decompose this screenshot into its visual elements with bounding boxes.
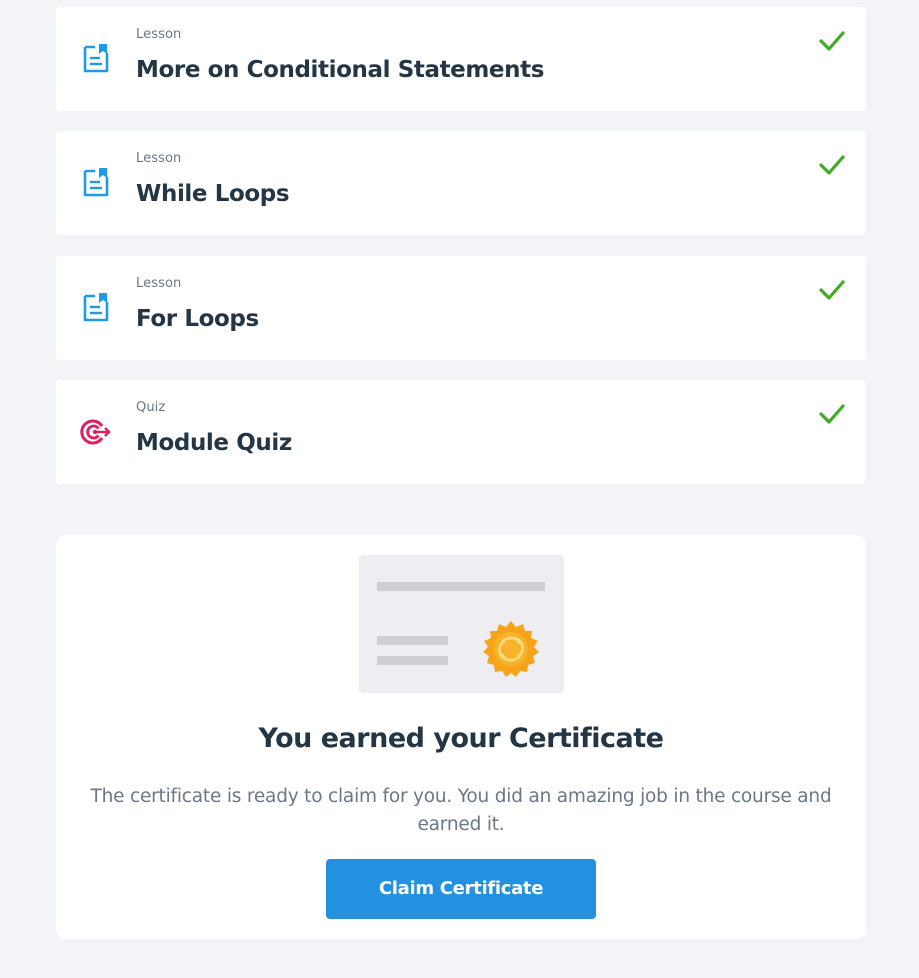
item-type-label: Lesson — [136, 276, 182, 291]
item-type-label: Lesson — [136, 27, 182, 42]
lesson-icon — [83, 168, 109, 197]
list-item[interactable]: Lesson While Loops — [56, 131, 866, 235]
certificate-description: The certificate is ready to claim for yo… — [90, 786, 832, 835]
list-item[interactable]: Quiz Module Quiz — [56, 380, 866, 484]
item-type-label: Quiz — [136, 400, 166, 415]
lesson-icon — [83, 293, 109, 322]
item-title: More on Conditional Statements — [136, 57, 544, 83]
item-type-label: Lesson — [136, 151, 182, 166]
certificate-heading: You earned your Certificate — [258, 723, 665, 754]
list-item[interactable]: Lesson More on Conditional Statements — [56, 7, 866, 111]
item-title: Module Quiz — [136, 430, 292, 456]
claim-certificate-button[interactable]: Claim Certificate — [326, 859, 596, 919]
list-item[interactable]: Lesson For Loops — [56, 256, 866, 360]
check-icon — [819, 280, 845, 300]
quiz-target-icon — [80, 419, 111, 445]
certificate-icon — [377, 582, 545, 677]
certificate-illustration — [359, 555, 564, 693]
check-icon — [819, 155, 845, 175]
check-icon — [819, 404, 845, 424]
item-title: For Loops — [136, 306, 259, 332]
lesson-icon — [83, 44, 109, 73]
certificate-card: You earned your Certificate The certific… — [56, 535, 866, 939]
seal-icon — [483, 621, 539, 677]
check-icon — [819, 31, 845, 51]
item-title: While Loops — [136, 181, 290, 207]
